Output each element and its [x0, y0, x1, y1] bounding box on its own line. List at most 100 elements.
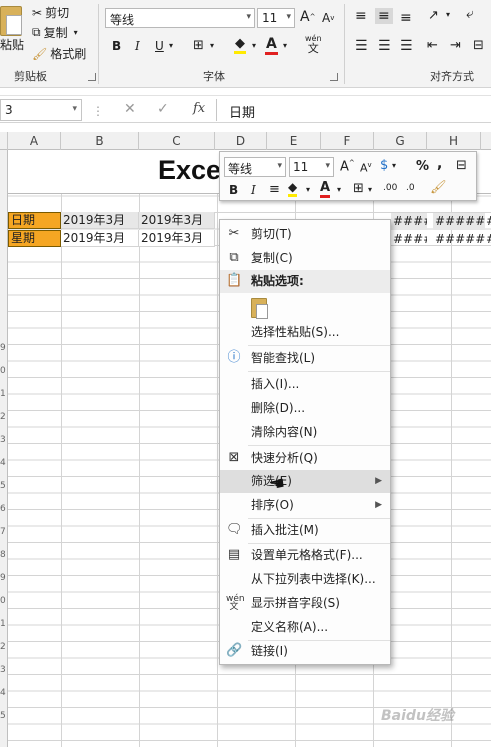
formula-input[interactable]: 日期 [216, 99, 491, 121]
paste-icon[interactable] [0, 6, 22, 36]
cell-g-weekday[interactable]: ##### [391, 231, 427, 248]
menu-item-insert[interactable]: 插入(I)... [220, 373, 390, 396]
font-color-dropdown[interactable]: ▾ [283, 41, 287, 50]
mini-border-icon[interactable]: ⊞ [353, 181, 364, 196]
column-header-h[interactable]: H [427, 132, 481, 150]
cancel-icon[interactable]: ✕ [124, 101, 136, 117]
accounting-dropdown[interactable]: ▾ [392, 161, 396, 170]
column-header-b[interactable]: B [61, 132, 139, 150]
mini-bold-button[interactable]: B [229, 183, 238, 197]
menu-item-show-phonetic[interactable]: wén 文显示拼音字段(S) [220, 592, 390, 615]
cell-c-date[interactable]: 2019年3月 [139, 212, 215, 229]
column-header-c[interactable]: C [139, 132, 215, 150]
mini-format-painter-icon[interactable]: 🖌 [430, 180, 447, 195]
wrap-text-icon[interactable]: ⤶ [466, 6, 474, 22]
font-launcher[interactable] [330, 73, 338, 81]
menu-item-link[interactable]: 🔗 链接(I) [220, 640, 390, 663]
select-all-corner[interactable] [0, 132, 8, 150]
cell-g-date[interactable]: ##### [391, 213, 427, 230]
merge-center-icon[interactable]: ⊟ [473, 38, 484, 53]
mini-italic-button[interactable]: I [251, 183, 256, 197]
align-top-icon[interactable]: ≡ [355, 8, 367, 24]
cell-c-weekday[interactable]: 2019年3月 [139, 230, 215, 247]
menu-item-sort[interactable]: 排序(O) ▶ [220, 494, 390, 517]
menu-item-quick-analysis[interactable]: ⊠ 快速分析(Q) [220, 447, 390, 470]
align-bottom-icon[interactable]: ≡ [400, 10, 412, 26]
grow-font-button[interactable]: A ^ [300, 9, 315, 25]
column-header-e[interactable]: E [267, 132, 321, 150]
paste-label[interactable]: 粘贴 [0, 36, 24, 53]
enter-icon[interactable]: ✓ [157, 101, 169, 117]
orientation-dropdown[interactable]: ▾ [446, 10, 450, 19]
column-header-g[interactable]: G [374, 132, 427, 150]
align-center-icon[interactable]: ☰ [378, 38, 391, 54]
cell-h-date[interactable]: ##### [433, 213, 486, 230]
menu-item-smart-lookup[interactable]: ⓘ 智能查找(L) [220, 347, 390, 370]
cell-a-weekday-label[interactable]: 星期 [8, 230, 61, 247]
column-header-d[interactable]: D [215, 132, 267, 150]
underline-dropdown[interactable]: ▾ [169, 41, 173, 50]
comma-button[interactable]: , [437, 156, 442, 172]
mini-grow-font-button[interactable]: A^ [340, 159, 355, 174]
fill-color-dropdown[interactable]: ▾ [252, 41, 256, 50]
mini-font-color-icon[interactable]: A [320, 180, 331, 198]
orientation-icon[interactable]: ↗ [428, 8, 439, 23]
menu-item-insert-comment[interactable]: 🗨 插入批注(M) [220, 519, 390, 542]
align-left-icon[interactable]: ☰ [355, 38, 368, 54]
cut-button[interactable]: ✂ 剪切 [32, 4, 69, 21]
cell-b-weekday[interactable]: 2019年3月 [61, 230, 139, 247]
mini-shrink-font-button[interactable]: Av [360, 161, 372, 175]
font-size-combo[interactable]: 11 ▾ [257, 8, 295, 28]
mini-font-combo[interactable]: 等线 ▾ [224, 157, 286, 177]
bold-button[interactable]: B [112, 39, 121, 53]
paste-option-icon[interactable] [251, 298, 268, 319]
percent-button[interactable]: % [416, 159, 429, 174]
accounting-format-icon[interactable]: $ [380, 158, 388, 173]
menu-item-clear-contents[interactable]: 清除内容(N) [220, 421, 390, 444]
cell-b-date[interactable]: 2019年3月 [61, 212, 139, 229]
copy-button[interactable]: ⧉ 复制 ▾ [32, 24, 78, 41]
mini-fill-color-icon[interactable]: ◆ [288, 180, 298, 197]
font-name-combo[interactable]: 等线 ▾ [105, 8, 255, 28]
mini-font-color-dropdown[interactable]: ▾ [337, 185, 341, 194]
format-painter-button[interactable]: 🖌 格式刷 [32, 45, 86, 62]
format-painter-label: 格式刷 [50, 47, 87, 61]
border-dropdown[interactable]: ▾ [210, 41, 214, 50]
decrease-decimal-button[interactable]: .0 [406, 183, 415, 193]
italic-button[interactable]: I [135, 39, 140, 53]
cell-a-date-label[interactable]: 日期 [8, 212, 61, 229]
mini-align-center-button[interactable]: ≡ [269, 182, 280, 197]
format-table-icon[interactable]: ⊟ [456, 158, 467, 173]
border-icon[interactable]: ⊞ [193, 38, 204, 53]
font-color-icon[interactable]: A [265, 36, 278, 55]
align-middle-icon[interactable]: ≡ [375, 8, 393, 24]
decrease-indent-icon[interactable]: ⇤ [427, 38, 438, 53]
mini-border-dropdown[interactable]: ▾ [368, 185, 372, 194]
mini-fill-dropdown[interactable]: ▾ [306, 185, 310, 194]
shrink-font-button[interactable]: Av [322, 11, 334, 25]
align-right-icon[interactable]: ☰ [400, 38, 413, 54]
menu-item-paste-special[interactable]: 选择性粘贴(S)... [220, 321, 390, 344]
menu-item-delete[interactable]: 删除(D)... [220, 397, 390, 420]
mini-size-combo[interactable]: 11 ▾ [289, 157, 334, 177]
column-header-a[interactable]: A [8, 132, 61, 150]
menu-item-format-cells[interactable]: ▤ 设置单元格格式(F)... [220, 544, 390, 567]
fill-color-icon[interactable]: ◆ [234, 36, 246, 54]
cell-h-weekday[interactable]: ##### [433, 231, 485, 248]
cell-i-weekday[interactable]: # [484, 231, 491, 248]
menu-item-cut[interactable]: ✂ 剪切(T) [220, 223, 390, 246]
insert-function-button[interactable]: fx [193, 101, 205, 116]
phonetic-icon[interactable]: wén 文 [305, 34, 322, 54]
menu-item-define-name[interactable]: 定义名称(A)... [220, 616, 390, 639]
underline-button[interactable]: U [155, 39, 164, 53]
menu-item-pick-from-list[interactable]: 从下拉列表中选择(K)... [220, 568, 390, 591]
clipboard-launcher[interactable] [88, 73, 96, 81]
increase-indent-icon[interactable]: ⇥ [450, 38, 461, 53]
menu-item-filter[interactable]: 筛选(E) ▶ [220, 470, 390, 493]
name-box[interactable]: 3 ▾ [0, 99, 82, 121]
increase-decimal-button[interactable]: .00 [383, 183, 397, 193]
menu-item-copy[interactable]: ⧉ 复制(C) [220, 247, 390, 270]
menu-item-label: 设置单元格格式(F)... [251, 548, 363, 562]
column-header-f[interactable]: F [321, 132, 374, 150]
cell-i-date[interactable]: # [484, 213, 491, 230]
